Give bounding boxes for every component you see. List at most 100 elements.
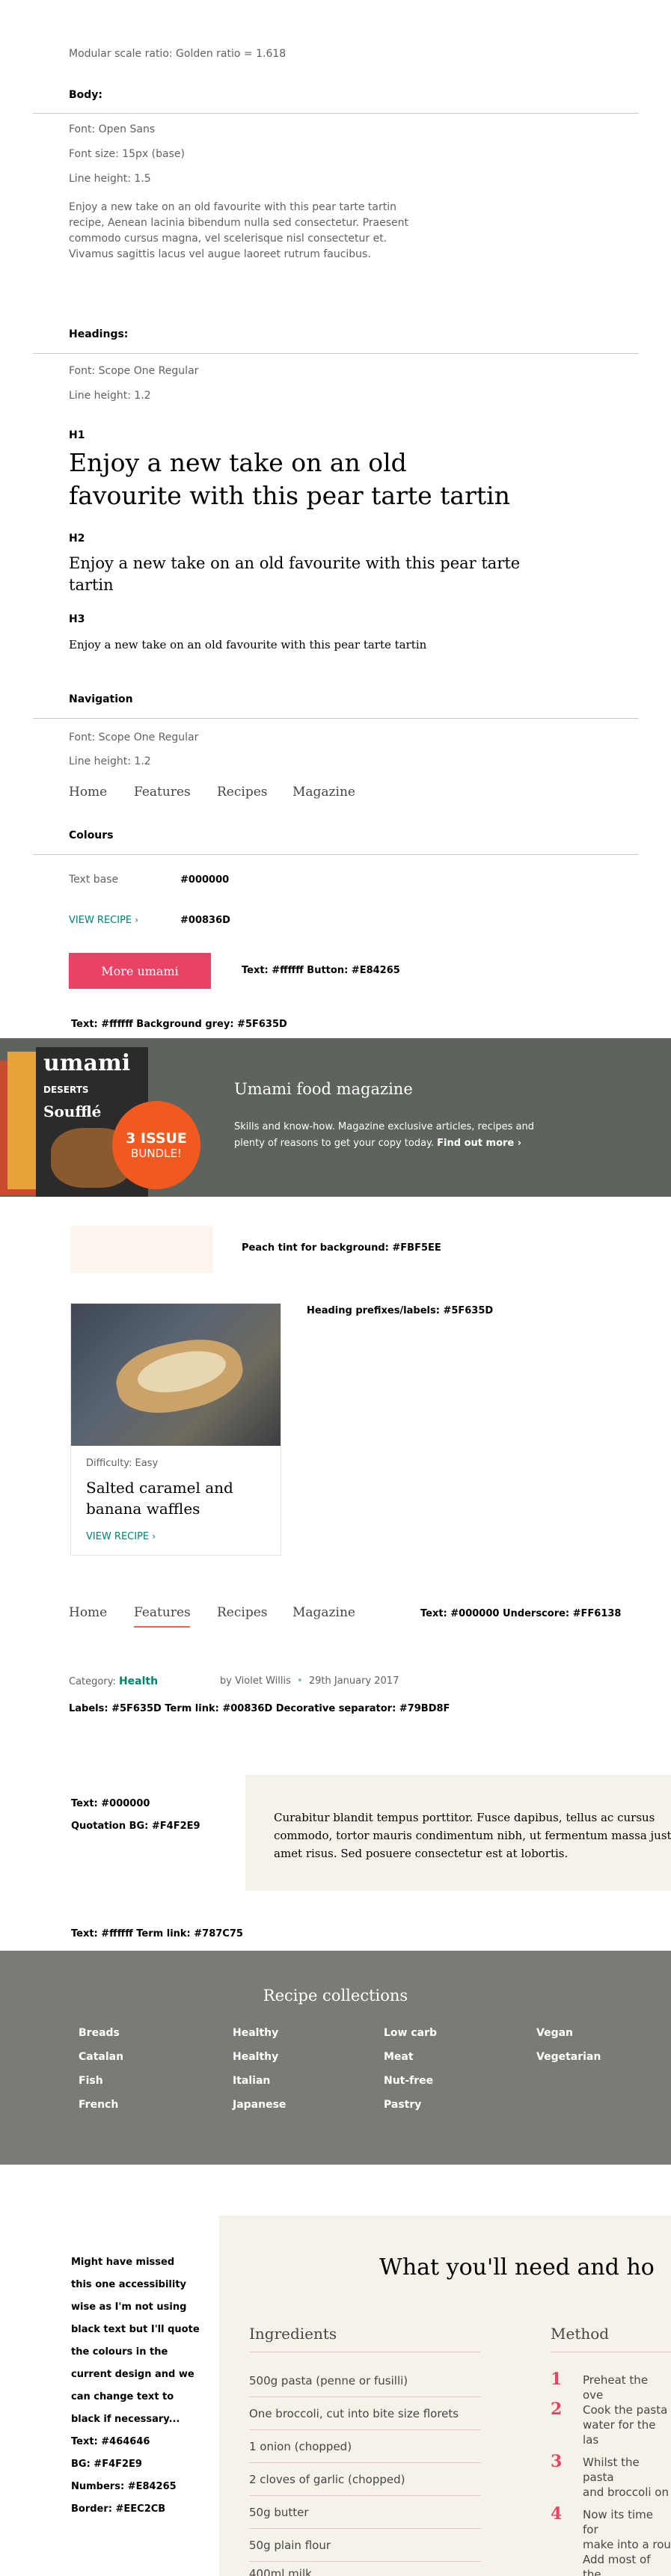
method-step-line: water for the las [583,2418,656,2447]
navigation-font: Font: Scope One Regular [69,732,199,743]
cover-subtitle: DESERTS [43,1085,89,1095]
peach-tint-swatch [70,1226,213,1273]
note-line: Might have missed [71,2257,175,2268]
collection-link-fish[interactable]: Fish [79,2075,103,2087]
nav2-link-features[interactable]: Features [134,1605,191,1620]
collections-spec: Text: #ffffff Term link: #787C75 [71,1928,243,1939]
note-line: Text: #464646 [71,2436,150,2447]
collection-link-italian[interactable]: Italian [233,2075,270,2087]
cover-feature: Soufflé [43,1103,102,1120]
nav-link-magazine[interactable]: Magazine [292,785,355,800]
method-step-number: 2 [551,2399,563,2419]
method-step-text: Preheat the ove [583,2373,671,2402]
navigation-line-height: Line height: 1.2 [69,755,151,767]
banner-body-line: plenty of reasons to get your copy today… [234,1138,435,1149]
recipe-title-line: banana waffles [86,1500,200,1518]
h2-line: Enjoy a new take on an old favourite wit… [69,554,521,572]
note-line: current design and we [71,2369,194,2380]
collection-link-healthy[interactable]: Healthy [233,2027,278,2039]
banner-body-line: Skills and know-how. Magazine exclusive … [234,1121,534,1132]
banner-colour-spec: Text: #ffffff Background grey: #5F635D [71,1019,287,1030]
recipe-difficulty: Difficulty: Easy [86,1458,159,1469]
headings-section-label: Headings: [69,328,129,340]
ingredients-title: Ingredients [249,2325,337,2343]
note-line: can change text to [71,2391,174,2402]
collection-link-catalan[interactable]: Catalan [79,2051,123,2063]
ingredient-item: 50g butter [249,2506,309,2519]
category-label: Category: [69,1676,116,1687]
text-base-value: #000000 [180,874,230,886]
ingredient-border [249,2462,481,2463]
note-line: Border: #EEC2CB [71,2503,166,2515]
ingredient-border [249,2528,481,2529]
method-step-line: Preheat the ove [583,2373,649,2402]
h1-line: Enjoy a new take on an old [69,448,407,477]
divider [33,854,639,855]
method-step-line: and broccoli on [583,2485,669,2499]
body-section-label: Body: [69,89,103,101]
ingredient-border [249,2429,481,2430]
collection-link-pastry[interactable]: Pastry [384,2099,421,2111]
method-step-number: 4 [551,2504,563,2524]
banner-title: Umami food magazine [234,1080,413,1098]
nav2-link-magazine[interactable]: Magazine [292,1605,355,1620]
quote-text-spec: Text: #000000 [71,1798,150,1809]
ingredients-heading: What you'll need and ho [379,2254,655,2281]
quote-bg-spec: Quotation BG: #F4F2E9 [71,1821,200,1832]
divider [33,353,639,354]
nav2-link-home[interactable]: Home [69,1605,107,1620]
body-font: Font: Open Sans [69,123,156,135]
note-line: black text but I'll quote [71,2324,200,2335]
method-step-line: Now its time for [583,2508,653,2536]
article-meta-spec: Labels: #5F635D Term link: #00836D Decor… [69,1703,450,1714]
collection-link-meat[interactable]: Meat [384,2051,414,2063]
recipe-card-image [71,1304,281,1446]
ingredient-item: 400ml milk [249,2567,312,2576]
view-recipe-label: VIEW RECIPE [86,1531,150,1542]
nav-link-features[interactable]: Features [134,785,191,800]
collection-link-healthy[interactable]: Healthy [233,2051,278,2063]
collection-link-japanese[interactable]: Japanese [233,2099,286,2111]
nav2-link-recipes[interactable]: Recipes [217,1605,268,1620]
quotation-line: commodo, tortor mauris condimentum nibh,… [274,1829,671,1842]
chevron-right-icon: › [152,1531,156,1542]
category-term-link[interactable]: Health [119,1675,158,1687]
h3-label: H3 [69,613,85,625]
find-out-more-link[interactable]: Find out more › [437,1138,521,1149]
recipe-collections: Recipe collections Breads Catalan Fish F… [0,1951,671,2165]
method-step-text: Whilst the pasta and broccoli on [583,2455,671,2500]
method-step-text: Now its time for make into a rou Add mos… [583,2507,671,2576]
article-byline: by Violet Willis • 29th January 2017 [220,1675,399,1687]
nav-link-recipes[interactable]: Recipes [217,785,268,800]
recipe-card-view-link[interactable]: VIEW RECIPE › [86,1531,156,1542]
nav-link-home[interactable]: Home [69,785,107,800]
method-step-line: Cook the pasta [583,2403,668,2417]
badge-line: 3 ISSUE [126,1130,187,1147]
recipe-card[interactable]: Difficulty: Easy Salted caramel and bana… [70,1303,281,1556]
view-recipe-label: VIEW RECIPE [69,915,132,926]
ingredient-item: One broccoli, cut into bite size florets [249,2407,459,2420]
quotation-text: Curabitur blandit tempus porttitor. Fusc… [274,1809,671,1862]
byline-date: 29th January 2017 [308,1675,399,1687]
ingredient-item: 50g plain flour [249,2539,331,2552]
method-step-line: Whilst the pasta [583,2456,640,2484]
body-sample-line: recipe, Aenean lacinia bibendum nulla se… [69,217,409,229]
collection-link-nut-free[interactable]: Nut-free [384,2075,433,2087]
method-step-text: Cook the pasta water for the las [583,2402,671,2447]
view-recipe-link[interactable]: VIEW RECIPE › [69,915,138,926]
quotation-line: amet risus. Sed posuere consectetur est … [274,1847,569,1860]
peach-tint-spec: Peach tint for background: #FBF5EE [242,1242,441,1254]
body-sample-paragraph: Enjoy a new take on an old favourite wit… [69,200,408,263]
collection-link-low-carb[interactable]: Low carb [384,2027,437,2039]
collection-link-vegetarian[interactable]: Vegetarian [536,2051,601,2063]
h2-sample: Enjoy a new take on an old favourite wit… [69,553,520,596]
method-title: Method [551,2325,610,2343]
more-umami-button[interactable]: More umami [69,953,211,989]
divider [33,113,639,114]
note-line: this one accessibility [71,2279,187,2290]
collection-link-breads[interactable]: Breads [79,2027,120,2039]
ingredient-border [249,2495,481,2496]
collection-link-french[interactable]: French [79,2099,118,2111]
chevron-right-icon: › [135,915,139,925]
collection-link-vegan[interactable]: Vegan [536,2027,573,2039]
